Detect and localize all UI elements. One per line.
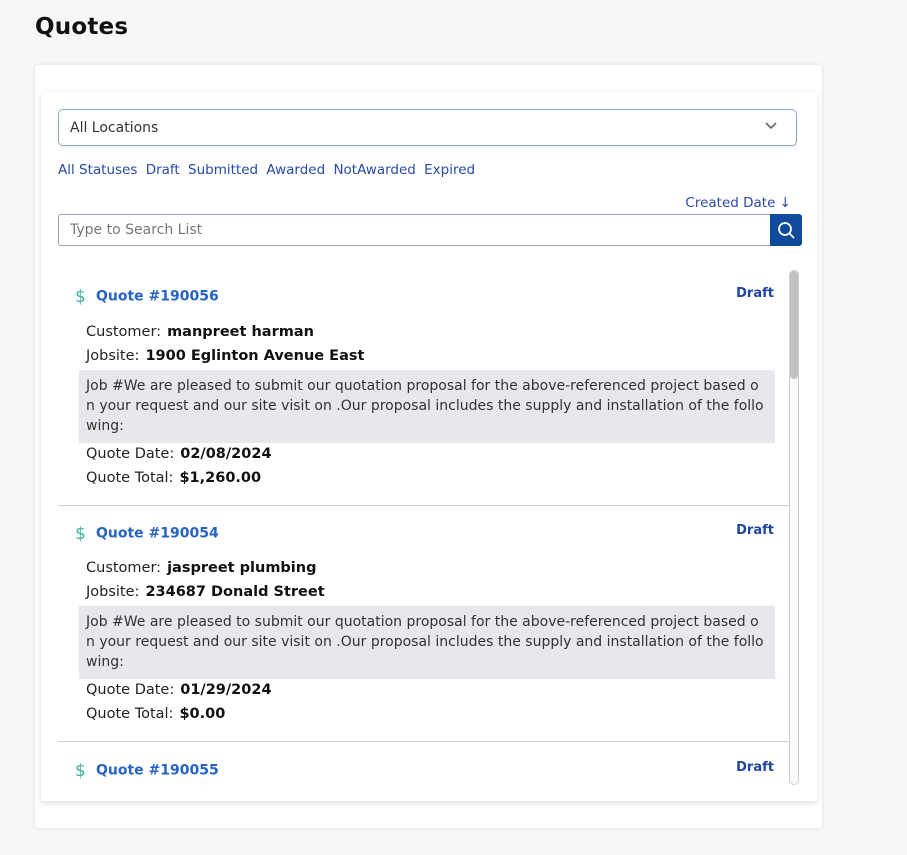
location-select-value: All Locations — [70, 120, 159, 136]
quote-total-label: Quote Total: — [86, 470, 174, 486]
quote-total-row: Quote Total: $1,260.00 — [86, 470, 261, 486]
location-select[interactable]: All Locations — [58, 109, 797, 146]
status-filter-submitted[interactable]: Submitted — [188, 162, 258, 178]
search-button[interactable] — [770, 214, 802, 246]
quotes-list[interactable]: $ Quote #190056 Draft Customer: manpreet h… — [58, 268, 801, 787]
chevron-down-icon — [765, 122, 777, 130]
quote-date-label: Quote Date: — [86, 682, 175, 698]
dollar-icon: $ — [75, 523, 86, 544]
jobsite-label: Jobsite: — [86, 584, 140, 600]
quote-number-link[interactable]: Quote #190054 — [96, 526, 219, 542]
status-badge: Draft — [736, 523, 774, 538]
customer-label: Customer: — [86, 324, 162, 340]
quote-date-row: Quote Date: 02/08/2024 — [86, 446, 272, 462]
quote-date-row: Quote Date: 01/29/2024 — [86, 682, 272, 698]
jobsite-value: 234687 Donald Street — [145, 584, 325, 600]
jobsite-row: Jobsite: 234687 Donald Street — [86, 584, 325, 600]
customer-row: Customer: jaspreet plumbing — [86, 560, 316, 576]
quote-description: Job #We are pleased to submit our quotat… — [79, 370, 775, 443]
quote-total-value: $0.00 — [179, 706, 226, 722]
quote-card[interactable]: $ Quote #190055 Draft — [58, 742, 789, 787]
quote-total-value: $1,260.00 — [179, 470, 262, 486]
customer-value: manpreet harman — [167, 324, 314, 340]
scrollbar-thumb[interactable] — [790, 271, 798, 379]
quote-description: Job #We are pleased to submit our quotat… — [79, 606, 775, 679]
customer-value: jaspreet plumbing — [167, 560, 317, 576]
status-filter-expired[interactable]: Expired — [424, 162, 475, 178]
quote-number-link[interactable]: Quote #190056 — [96, 289, 219, 305]
quote-card[interactable]: $ Quote #190056 Draft Customer: manpreet h… — [58, 268, 789, 506]
status-filter-all[interactable]: All Statuses — [58, 162, 137, 178]
quote-number-link[interactable]: Quote #190055 — [96, 763, 219, 779]
jobsite-value: 1900 Eglinton Avenue East — [145, 348, 365, 364]
quote-header: $ Quote #190055 — [75, 760, 219, 781]
page-title: Quotes — [35, 14, 129, 40]
quote-date-value: 01/29/2024 — [180, 682, 272, 698]
search-input[interactable] — [58, 214, 770, 246]
status-filter-awarded[interactable]: Awarded — [266, 162, 325, 178]
status-badge: Draft — [736, 286, 774, 301]
quote-total-label: Quote Total: — [86, 706, 174, 722]
status-filter-notawarded[interactable]: NotAwarded — [333, 162, 415, 178]
quote-date-value: 02/08/2024 — [180, 446, 272, 462]
status-filter-draft[interactable]: Draft — [146, 162, 180, 178]
quote-header: $ Quote #190056 — [75, 286, 219, 307]
customer-row: Customer: manpreet harman — [86, 324, 314, 340]
quote-card[interactable]: $ Quote #190054 Draft Customer: jaspreet p… — [58, 505, 789, 742]
dollar-icon: $ — [75, 286, 86, 307]
jobsite-row: Jobsite: 1900 Eglinton Avenue East — [86, 348, 364, 364]
quote-header: $ Quote #190054 — [75, 523, 219, 544]
quote-date-label: Quote Date: — [86, 446, 175, 462]
dollar-icon: $ — [75, 760, 86, 781]
jobsite-label: Jobsite: — [86, 348, 140, 364]
status-filters: All Statuses Draft Submitted Awarded Not… — [58, 162, 479, 178]
customer-label: Customer: — [86, 560, 162, 576]
status-badge: Draft — [736, 760, 774, 775]
search-icon — [778, 222, 795, 239]
sort-created-date-link[interactable]: Created Date ↓ — [685, 195, 791, 211]
quote-total-row: Quote Total: $0.00 — [86, 706, 225, 722]
search-box — [58, 214, 802, 246]
